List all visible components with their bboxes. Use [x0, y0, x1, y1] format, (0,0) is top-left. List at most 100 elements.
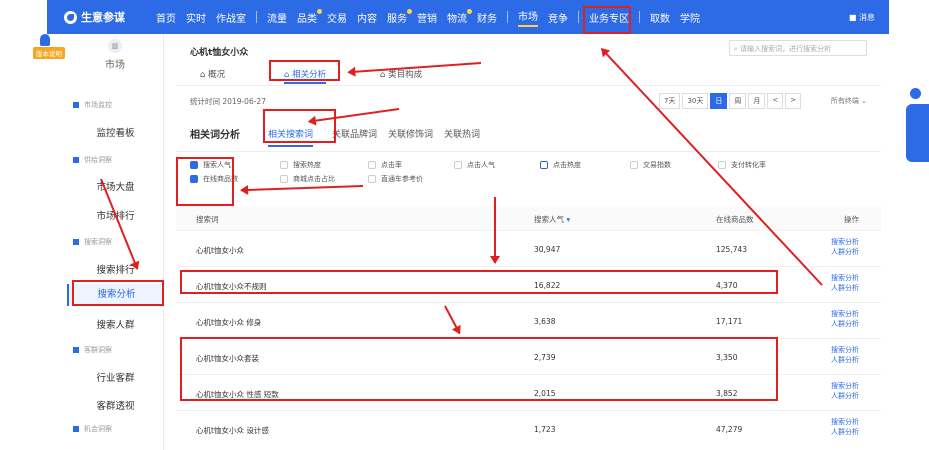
crowd-analysis-link[interactable]: 人群分析: [831, 283, 859, 293]
row-actions: 搜索分析 人群分析: [831, 381, 859, 401]
tab-icon: ⌂: [380, 70, 389, 80]
nav-item-service[interactable]: 服务: [387, 8, 412, 25]
annotation-box-market: [583, 6, 631, 34]
next-date-button[interactable]: >: [785, 93, 802, 109]
prev-date-button[interactable]: <: [767, 93, 784, 109]
metric-selector: 搜索人气 搜索热度 点击率 点击人气 点击热度 交易指数 支付转化率 在线商品数…: [176, 152, 881, 198]
sidebar-item-dashboard[interactable]: 监控看板: [67, 125, 164, 139]
nav-item-traffic[interactable]: 流量: [267, 10, 287, 25]
cell-products: 17,171: [716, 317, 743, 326]
crowd-analysis-link[interactable]: 人群分析: [831, 247, 859, 257]
crowd-analysis-link[interactable]: 人群分析: [831, 355, 859, 365]
logo-icon: [64, 10, 77, 24]
search-analysis-link[interactable]: 搜索分析: [831, 381, 859, 391]
category-icon: [73, 347, 79, 353]
nav-item-data-fetch[interactable]: 取数: [650, 10, 670, 25]
message-button[interactable]: ■ 消息: [849, 12, 875, 23]
metric-click-heat[interactable]: 点击热度: [540, 160, 581, 170]
search-analysis-link[interactable]: 搜索分析: [831, 309, 859, 319]
row-actions: 搜索分析 人群分析: [831, 417, 859, 437]
metric-trade-index[interactable]: 交易指数: [630, 160, 671, 170]
range-month[interactable]: 月: [748, 93, 766, 109]
crowd-analysis-link[interactable]: 人群分析: [831, 427, 859, 437]
search-analysis-link[interactable]: 搜索分析: [831, 237, 859, 247]
checkbox-icon: [540, 161, 548, 169]
category-icon: [73, 239, 79, 245]
range-30d[interactable]: 30天: [682, 93, 709, 109]
sidebar-item-market-overview[interactable]: 市场大盘: [67, 179, 164, 193]
crowd-analysis-link[interactable]: 人群分析: [831, 319, 859, 329]
annotation-box-related-search: [263, 109, 336, 143]
metric-mall-click-share[interactable]: 商城点击占比: [280, 174, 335, 184]
message-label: 消息: [859, 12, 875, 22]
crowd-analysis-link[interactable]: 人群分析: [831, 391, 859, 401]
search-input[interactable]: ⌕ 请输入搜索词，进行搜索分析: [729, 40, 867, 56]
app-logo[interactable]: 生意参谋: [64, 9, 156, 25]
checkbox-icon: [280, 175, 288, 183]
nav-item-market[interactable]: 市场: [518, 8, 538, 27]
nav-divider: [507, 11, 508, 23]
nav-item-logistics[interactable]: 物流: [447, 8, 472, 25]
range-7d[interactable]: 7天: [659, 93, 681, 109]
nav-item-warroom[interactable]: 作战室: [216, 10, 246, 25]
tab-related-hot-words[interactable]: 关联热词: [444, 127, 480, 140]
metric-label: 交易指数: [643, 161, 671, 169]
sidebar: ▥ 市场 市场监控 监控看板 供给洞察 市场大盘 市场排行 搜索洞察 搜索排行 …: [67, 34, 164, 450]
category-icon: [73, 157, 79, 163]
tab-label: 类目构成: [388, 70, 423, 80]
nav-item-home[interactable]: 首页: [156, 10, 176, 25]
search-analysis-link[interactable]: 搜索分析: [831, 345, 859, 355]
device-select[interactable]: 所有终端 ⌄: [831, 96, 867, 106]
sidebar-category-search: 搜索洞察: [73, 237, 112, 247]
search-analysis-link[interactable]: 搜索分析: [831, 417, 859, 427]
analysis-title: 相关词分析: [190, 130, 240, 141]
tab-label: 概况: [208, 70, 226, 80]
sidebar-item-search-crowd[interactable]: 搜索人群: [67, 317, 164, 331]
search-analysis-link[interactable]: 搜索分析: [831, 273, 859, 283]
checkbox-icon: [368, 175, 376, 183]
metric-ztc-price[interactable]: 直通车参考价: [368, 174, 423, 184]
sidebar-item-search-ranking[interactable]: 搜索排行: [67, 262, 164, 276]
checkbox-icon: [454, 161, 462, 169]
category-label: 市场监控: [84, 101, 112, 109]
cell-keyword: 心机t恤女小众 修身: [196, 318, 262, 327]
metric-search-heat[interactable]: 搜索热度: [280, 160, 321, 170]
range-day[interactable]: 日: [710, 93, 728, 109]
nav-item-trade[interactable]: 交易: [327, 10, 347, 25]
checkbox-icon: [630, 161, 638, 169]
tab-related-modifier-words[interactable]: 关联修饰词: [388, 127, 433, 140]
category-label: 搜索洞察: [84, 238, 112, 246]
sidebar-item-industry-customers[interactable]: 行业客群: [67, 370, 164, 384]
metric-click-rate[interactable]: 点击率: [368, 160, 402, 170]
tab-related-brand-words[interactable]: 关联品牌词: [332, 127, 377, 140]
nav-item-category[interactable]: 品类: [297, 8, 322, 25]
mail-icon: ■: [848, 12, 859, 22]
nav-item-content[interactable]: 内容: [357, 10, 377, 25]
metric-click-popularity[interactable]: 点击人气: [454, 160, 495, 170]
nav-divider: [578, 11, 579, 23]
nav-item-finance[interactable]: 财务: [477, 10, 497, 25]
nav-item-competition[interactable]: 竞争: [548, 10, 568, 25]
search-placeholder: 请输入搜索词，进行搜索分析: [740, 45, 832, 53]
nav-item-academy[interactable]: 学院: [680, 10, 700, 25]
user-avatar-icon[interactable]: [40, 34, 50, 46]
category-icon: [73, 426, 79, 432]
sidebar-category-monitor: 市场监控: [73, 100, 112, 110]
version-badge[interactable]: 版本说明: [33, 47, 65, 59]
category-label: 客群洞察: [84, 346, 112, 354]
top-nav-bar: 生意参谋 首页 实时 作战室 流量 品类 交易 内容 服务 营销 物流 财务 市…: [47, 0, 889, 34]
category-label: 供给洞察: [84, 156, 112, 164]
floating-service-tab[interactable]: [906, 88, 929, 162]
sidebar-item-customer-insight[interactable]: 客群透视: [67, 398, 164, 412]
nav-divider: [256, 11, 257, 23]
metric-label: 点击人气: [467, 161, 495, 169]
nav-item-marketing[interactable]: 营销: [417, 10, 437, 25]
sidebar-category-opportunity: 机会洞察: [73, 424, 112, 434]
range-week[interactable]: 周: [729, 93, 747, 109]
table-row: 心机t恤女小众 修身 3,638 17,171 搜索分析 人群分析: [176, 302, 881, 338]
tab-overview[interactable]: ⌂ 概况: [200, 68, 225, 80]
header-popularity[interactable]: 搜索人气 ▾: [534, 214, 570, 225]
metric-pay-conversion[interactable]: 支付转化率: [718, 160, 766, 170]
sort-icon: ▾: [566, 215, 571, 224]
nav-item-realtime[interactable]: 实时: [186, 10, 206, 25]
